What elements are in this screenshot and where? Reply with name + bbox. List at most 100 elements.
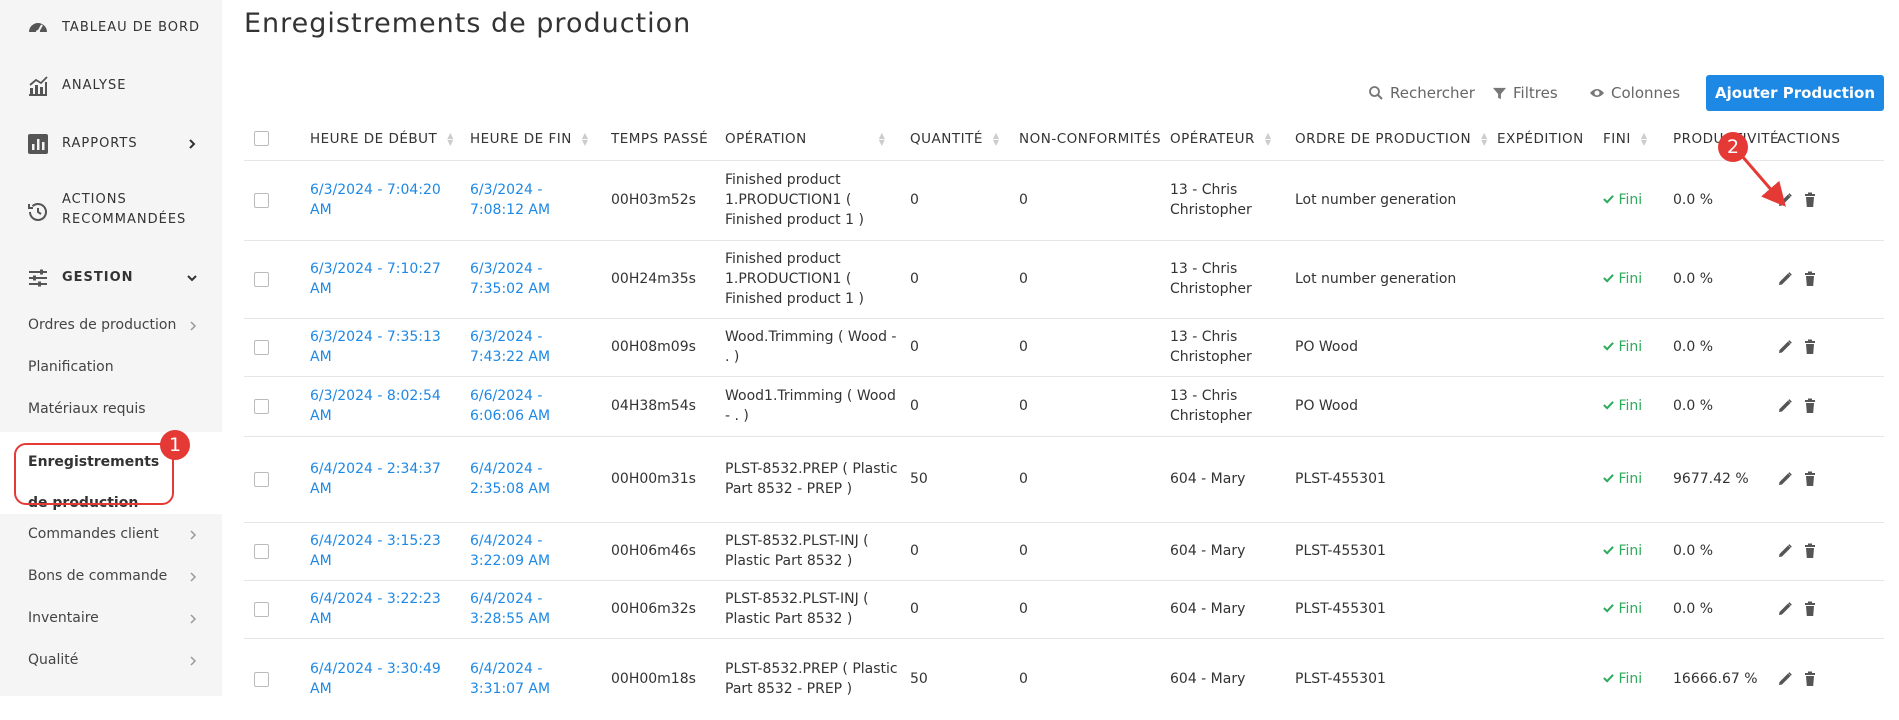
start-time-link[interactable]: 6/4/2024 - 3:15:23 AM	[310, 531, 450, 571]
sidebar-subitem-bons-de-commande[interactable]: Bons de commande	[28, 568, 198, 584]
nonconformities-cell: 0	[1019, 671, 1028, 687]
filters-button[interactable]: Filtres	[1492, 84, 1558, 102]
delete-icon[interactable]	[1802, 671, 1818, 687]
row-checkbox[interactable]	[254, 193, 269, 208]
row-checkbox[interactable]	[254, 544, 269, 559]
dashboard-gauge-icon	[29, 23, 47, 34]
productivity-cell: 0.0 %	[1673, 543, 1714, 559]
delete-icon[interactable]	[1802, 192, 1818, 208]
quantity-cell: 0	[910, 601, 919, 617]
end-time-link[interactable]: 6/4/2024 - 3:28:55 AM	[470, 589, 570, 629]
operation-cell: Wood.Trimming ( Wood - . )	[725, 329, 897, 365]
finished-label: Fini	[1618, 398, 1643, 414]
end-time-link[interactable]: 6/3/2024 - 7:08:12 AM	[470, 180, 570, 220]
sidebar-subitem-inventaire[interactable]: Inventaire	[28, 610, 198, 626]
row-checkbox[interactable]	[254, 672, 269, 687]
start-time-link[interactable]: 6/4/2024 - 3:22:23 AM	[310, 589, 450, 629]
sidebar-item-rapports[interactable]: RAPPORTS	[0, 132, 222, 156]
sort-icon: ▲ ▼	[1264, 131, 1272, 147]
select-all-checkbox[interactable]	[254, 131, 269, 146]
delete-icon[interactable]	[1802, 271, 1818, 287]
finished-label: Fini	[1618, 271, 1643, 287]
column-header-fini[interactable]: FINI ▲ ▼	[1603, 118, 1650, 160]
start-time-link[interactable]: 6/4/2024 - 2:34:37 AM	[310, 459, 450, 499]
delete-icon[interactable]	[1802, 339, 1818, 355]
row-checkbox[interactable]	[254, 472, 269, 487]
edit-icon[interactable]	[1777, 271, 1793, 287]
production-order-cell: PLST-455301	[1295, 601, 1386, 617]
column-header-time-spent: TEMPS PASSÉ	[611, 131, 709, 147]
column-header-nonconformities: NON-CONFORMITÉS	[1019, 131, 1162, 147]
sidebar-item-analyse[interactable]: ANALYSE	[0, 74, 222, 98]
delete-icon[interactable]	[1802, 601, 1818, 617]
column-header-operation[interactable]: OPÉRATION ▲ ▼	[725, 118, 888, 160]
search-label: Rechercher	[1390, 84, 1475, 102]
productivity-cell: 9677.42 %	[1673, 471, 1749, 487]
sort-icon: ▲ ▼	[1481, 131, 1488, 147]
sidebar-subitem-label: Bons de commande	[28, 568, 168, 584]
column-header-operator[interactable]: OPÉRATEUR ▲ ▼	[1170, 118, 1274, 160]
sidebar-subitem-ordres-de-production[interactable]: Ordres de production	[28, 317, 198, 333]
nonconformities-cell: 0	[1019, 339, 1028, 355]
start-time-link[interactable]: 6/3/2024 - 7:10:27 AM	[310, 259, 450, 299]
nonconformities-cell: 0	[1019, 192, 1028, 208]
columns-button[interactable]: Colonnes	[1589, 84, 1680, 102]
finished-status: Fini	[1603, 669, 1642, 689]
column-header-production-order[interactable]: ORDRE DE PRODUCTION ▲ ▼	[1295, 118, 1490, 160]
end-time-link[interactable]: 6/4/2024 - 3:31:07 AM	[470, 659, 570, 699]
start-time-link[interactable]: 6/3/2024 - 8:02:54 AM	[310, 386, 450, 426]
row-checkbox[interactable]	[254, 399, 269, 414]
edit-icon[interactable]	[1777, 601, 1793, 617]
row-checkbox[interactable]	[254, 340, 269, 355]
row-checkbox[interactable]	[254, 272, 269, 287]
time-spent-cell: 00H08m09s	[611, 339, 696, 355]
sidebar-subitem-label: Inventaire	[28, 610, 99, 626]
delete-icon[interactable]	[1802, 471, 1818, 487]
sidebar-item-label: RAPPORTS	[62, 136, 138, 151]
end-time-link[interactable]: 6/6/2024 - 6:06:06 AM	[470, 386, 570, 426]
end-time-link[interactable]: 6/4/2024 - 2:35:08 AM	[470, 459, 570, 499]
sidebar-subitem-materiaux-requis[interactable]: Matériaux requis	[28, 401, 198, 417]
sidebar-subitem-qualite[interactable]: Qualité	[28, 652, 198, 668]
time-spent-cell: 00H06m46s	[611, 543, 696, 559]
search-button[interactable]: Rechercher	[1368, 84, 1475, 102]
edit-icon[interactable]	[1777, 543, 1793, 559]
chevron-right-icon	[190, 572, 197, 582]
sidebar-subitem-commandes-client[interactable]: Commandes client	[28, 526, 198, 542]
finished-status: Fini	[1603, 337, 1642, 357]
finished-label: Fini	[1618, 543, 1643, 559]
column-header-quantity[interactable]: QUANTITÉ ▲ ▼	[910, 118, 1002, 160]
operator-cell: 13 - Chris Christopher	[1170, 329, 1252, 365]
sidebar-subitem-label: Planification	[28, 359, 114, 375]
edit-icon[interactable]	[1777, 671, 1793, 687]
finished-status: Fini	[1603, 469, 1642, 489]
end-time-link[interactable]: 6/4/2024 - 3:22:09 AM	[470, 531, 570, 571]
start-time-link[interactable]: 6/3/2024 - 7:35:13 AM	[310, 327, 450, 367]
sidebar-item-gestion[interactable]: GESTION	[0, 266, 222, 290]
chevron-right-icon	[189, 139, 196, 149]
end-time-link[interactable]: 6/3/2024 - 7:43:22 AM	[470, 327, 570, 367]
edit-icon[interactable]	[1777, 471, 1793, 487]
finished-status: Fini	[1603, 396, 1642, 416]
row-checkbox[interactable]	[254, 602, 269, 617]
analytics-chart-icon	[29, 76, 48, 96]
edit-icon[interactable]	[1777, 339, 1793, 355]
productivity-cell: 16666.67 %	[1673, 671, 1758, 687]
productivity-cell: 0.0 %	[1673, 339, 1714, 355]
add-production-button[interactable]: Ajouter Production	[1706, 75, 1884, 111]
sidebar-subitem-planification[interactable]: Planification	[28, 359, 198, 375]
column-header-start[interactable]: HEURE DE DÉBUT ▲ ▼	[310, 118, 456, 160]
delete-icon[interactable]	[1802, 543, 1818, 559]
operator-cell: 604 - Mary	[1170, 471, 1246, 487]
operator-cell: 604 - Mary	[1170, 601, 1246, 617]
column-header-end[interactable]: HEURE DE FIN ▲ ▼	[470, 118, 591, 160]
start-time-link[interactable]: 6/3/2024 - 7:04:20 AM	[310, 180, 450, 220]
sidebar-item-dashboard[interactable]: TABLEAU DE BORD	[0, 16, 222, 40]
edit-icon[interactable]	[1777, 398, 1793, 414]
production-order-cell: Lot number generation	[1295, 271, 1457, 287]
sidebar-item-actions-recommandees[interactable]: ACTIONS RECOMMANDÉES	[0, 190, 222, 234]
productivity-cell: 0.0 %	[1673, 271, 1714, 287]
end-time-link[interactable]: 6/3/2024 - 7:35:02 AM	[470, 259, 570, 299]
start-time-link[interactable]: 6/4/2024 - 3:30:49 AM	[310, 659, 450, 699]
delete-icon[interactable]	[1802, 398, 1818, 414]
